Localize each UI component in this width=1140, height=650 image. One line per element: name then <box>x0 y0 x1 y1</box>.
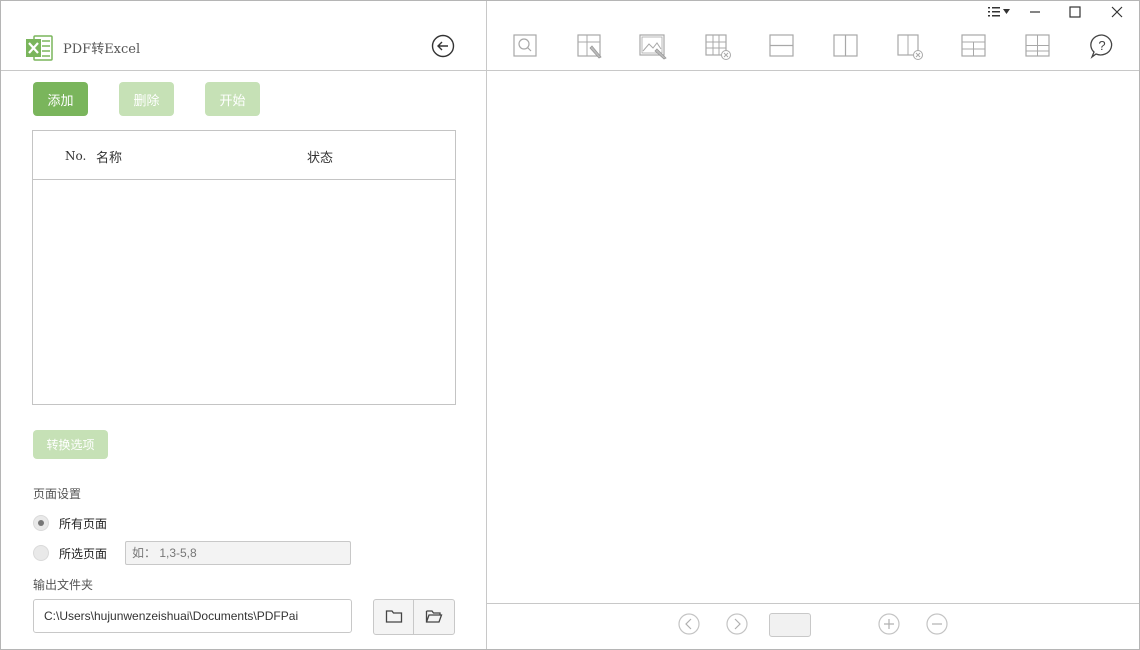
select-image-icon[interactable] <box>639 32 667 60</box>
app-window: PDF转Excel 添加 删除 开始 No. 名称 状态 转换选项 页面设置 所… <box>0 0 1140 650</box>
horizontal-split-icon[interactable] <box>768 32 796 60</box>
header-divider <box>1 70 1139 71</box>
zoom-icon[interactable] <box>512 32 540 60</box>
menu-list-icon[interactable] <box>987 5 1013 19</box>
selected-pages-label: 所选页面 <box>59 547 108 561</box>
delete-table-icon[interactable] <box>704 32 732 60</box>
merge-row-icon[interactable] <box>960 32 988 60</box>
column-header-status: 状态 <box>307 151 334 166</box>
column-header-name: 名称 <box>96 151 123 166</box>
radio-selected-dot <box>38 520 44 526</box>
close-icon[interactable] <box>1110 5 1124 19</box>
preview-panel: ? <box>487 1 1139 649</box>
left-panel: PDF转Excel 添加 删除 开始 No. 名称 状态 转换选项 页面设置 所… <box>1 1 487 649</box>
zoom-in-icon[interactable] <box>878 613 900 635</box>
file-table[interactable]: No. 名称 状态 <box>32 130 456 405</box>
vertical-split-icon[interactable] <box>832 32 860 60</box>
grid-icon[interactable] <box>1024 32 1052 60</box>
selected-pages-radio[interactable] <box>33 545 49 561</box>
button-divider <box>413 600 414 634</box>
app-title: PDF转Excel <box>63 42 141 57</box>
output-folder-label: 输出文件夹 <box>33 578 94 592</box>
page-number-input[interactable] <box>769 613 811 637</box>
maximize-icon[interactable] <box>1068 5 1082 19</box>
selected-pages-input[interactable]: 如： 1,3-5,8 <box>125 541 351 565</box>
minimize-icon[interactable] <box>1028 5 1042 19</box>
delete-line-icon[interactable] <box>896 32 924 60</box>
excel-logo-icon <box>26 35 53 61</box>
svg-text:?: ? <box>1098 38 1105 53</box>
output-path-input[interactable]: C:\Users\hujunwenzeishuai\Documents\PDFP… <box>33 599 352 633</box>
all-pages-radio[interactable] <box>33 515 49 531</box>
open-folder-icon[interactable] <box>425 608 443 624</box>
zoom-out-icon[interactable] <box>926 613 948 635</box>
convert-options-button[interactable]: 转换选项 <box>33 430 108 459</box>
draw-table-icon[interactable] <box>576 32 604 60</box>
page-settings-label: 页面设置 <box>33 487 82 501</box>
folder-icon[interactable] <box>385 608 403 624</box>
bottom-divider <box>487 603 1139 604</box>
table-header: No. 名称 状态 <box>33 131 455 180</box>
folder-button-group <box>373 599 455 635</box>
start-button[interactable]: 开始 <box>205 82 260 116</box>
back-arrow-icon[interactable] <box>431 34 455 58</box>
add-button[interactable]: 添加 <box>33 82 88 116</box>
column-header-number: No. <box>65 149 87 163</box>
delete-button[interactable]: 删除 <box>119 82 174 116</box>
prev-page-icon[interactable] <box>678 613 700 635</box>
all-pages-label: 所有页面 <box>59 517 108 531</box>
next-page-icon[interactable] <box>726 613 748 635</box>
help-icon[interactable]: ? <box>1088 32 1116 60</box>
